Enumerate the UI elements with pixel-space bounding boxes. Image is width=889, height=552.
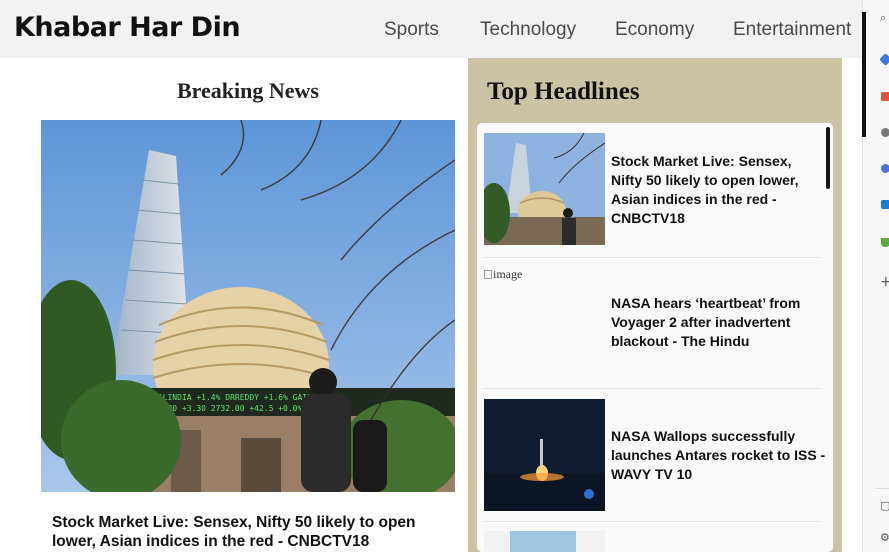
breaking-news-title: Breaking News [177,78,319,103]
headline-link[interactable]: Stock Market Live: Sensex, Nifty 50 like… [611,152,826,228]
breaking-news-caption[interactable]: Stock Market Live: Sensex, Nifty 50 like… [52,513,442,551]
drive-icon[interactable] [881,238,889,247]
add-icon[interactable]: + [880,275,889,289]
headline-thumbnail[interactable] [484,531,605,552]
headlines-scrollbar[interactable] [826,127,830,189]
circle-icon[interactable] [881,164,889,173]
breaking-news-image[interactable]: SALINDIA +1.4% DRREDDY +1.6% GAIL +0.0% … [41,120,455,492]
row-divider [483,521,821,522]
nav-entertainment[interactable]: Entertainment [733,19,851,41]
nav-technology[interactable]: Technology [480,19,576,41]
row-divider [483,257,821,258]
broken-image[interactable]: image [484,267,522,282]
people-icon[interactable] [881,128,889,137]
ticker-line-2: 12.90 +3.30 2732.00 +42.5 +0.0% [153,404,302,413]
headline-thumbnail[interactable] [484,399,605,511]
top-headlines-title: Top Headlines [487,78,640,105]
settings-icon[interactable]: ⚙ [880,532,889,544]
site-header: Khabar Har Din Sports Technology Economy… [0,0,862,58]
headlines-list[interactable]: Stock Market Live: Sensex, Nifty 50 like… [477,123,833,552]
sidebar-divider [876,488,889,489]
panel-icon[interactable]: ▢ [880,500,889,512]
row-divider [483,388,821,389]
broken-image-icon [484,270,492,279]
site-logo[interactable]: Khabar Har Din [14,12,241,43]
page-scrollbar[interactable] [862,12,866,137]
nav-sports[interactable]: Sports [384,19,439,41]
shopping-icon[interactable] [881,92,889,101]
office-icon[interactable] [881,200,889,209]
headline-thumbnail[interactable] [484,133,605,245]
image-alt-text: image [493,267,523,281]
nav-economy[interactable]: Economy [615,19,694,41]
search-icon[interactable]: ⌕ [880,12,886,24]
headline-link[interactable]: NASA Wallops successfully launches Antar… [611,427,826,484]
headline-link[interactable]: NASA hears ‘heartbeat’ from Voyager 2 af… [611,294,826,351]
